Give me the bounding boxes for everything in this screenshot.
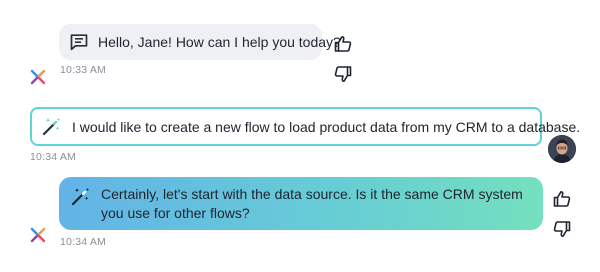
user-message-bubble: I would like to create a new flow to loa…: [30, 107, 580, 146]
assistant-reply-bubble: Certainly, let's start with the data sou…: [59, 177, 543, 230]
assistant-reply-text: Certainly, let's start with the data sou…: [101, 186, 523, 221]
chat-thread: Hello, Jane! How can I help you today? 1…: [0, 0, 600, 272]
user-avatar: [548, 135, 576, 163]
user-photo-icon: [548, 135, 576, 163]
thumbs-up-icon[interactable]: [333, 34, 353, 54]
assistant-message-text: Hello, Jane! How can I help you today?: [98, 34, 341, 50]
message-timestamp: 10:33 AM: [60, 64, 106, 76]
assistant-logo-icon: [30, 227, 46, 243]
assistant-message-bubble: Hello, Jane! How can I help you today?: [59, 24, 341, 60]
thumbs-down-icon[interactable]: [333, 64, 353, 84]
magic-wand-icon: [71, 188, 89, 206]
assistant-logo-icon: [30, 69, 46, 85]
chat-bubble-icon: [70, 34, 88, 51]
thumbs-down-icon[interactable]: [552, 219, 572, 239]
thumbs-up-icon[interactable]: [552, 189, 572, 209]
message-timestamp: 10:34 AM: [30, 151, 76, 163]
user-message-text: I would like to create a new flow to loa…: [72, 118, 581, 135]
message-timestamp: 10:34 AM: [60, 236, 106, 248]
magic-wand-icon: [42, 117, 60, 135]
